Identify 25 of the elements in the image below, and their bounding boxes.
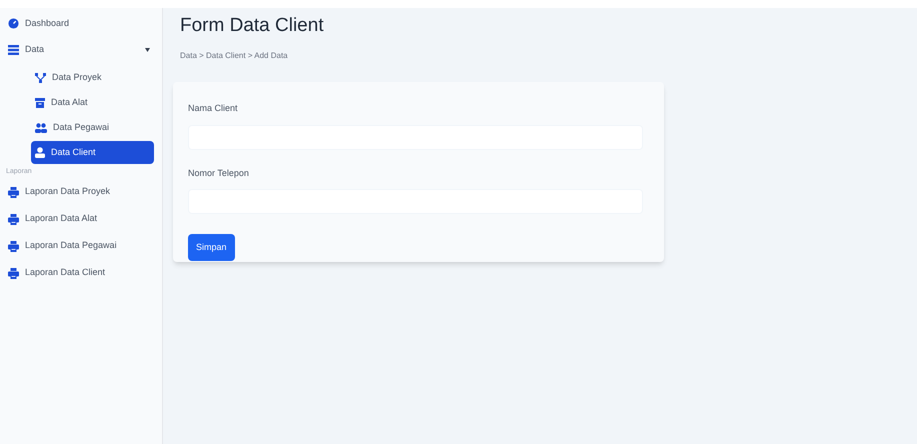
printer-icon	[8, 186, 19, 198]
sidebar-item[interactable]: Data Pegawai	[31, 116, 154, 139]
printer-icon	[8, 268, 19, 278]
sidebar-item[interactable]: Laporan Data Alat	[4, 208, 158, 230]
page-title: Form Data Client	[180, 14, 325, 38]
save-button[interactable]: Simpan	[188, 234, 235, 261]
sidebar-item[interactable]: Laporan Data Pegawai	[4, 234, 158, 258]
breadcrumb: Data > Data Client > Add Data	[180, 50, 289, 62]
users-icon	[35, 122, 47, 132]
user-icon	[35, 147, 45, 158]
sidebar-item[interactable]: Data Proyek	[31, 66, 154, 89]
network-icon	[35, 72, 46, 82]
sidebar-item[interactable]: Dashboard	[4, 12, 158, 35]
printer-icon	[8, 240, 19, 252]
sidebar-item[interactable]: Laporan Data Proyek	[4, 180, 158, 204]
gauge-icon	[8, 18, 19, 29]
sidebar-item[interactable]: Data	[4, 38, 158, 61]
sidebar-item[interactable]: Laporan Data Client	[4, 262, 158, 284]
field-label: Nomor Telepon	[188, 166, 250, 180]
sidebar-item[interactable]: Data Client	[31, 141, 154, 164]
box-icon	[35, 98, 45, 108]
sidebar-item[interactable]: Data Alat	[31, 91, 154, 114]
list-icon	[8, 44, 19, 54]
field-label: Nama Client	[188, 102, 239, 115]
printer-icon	[8, 214, 19, 224]
